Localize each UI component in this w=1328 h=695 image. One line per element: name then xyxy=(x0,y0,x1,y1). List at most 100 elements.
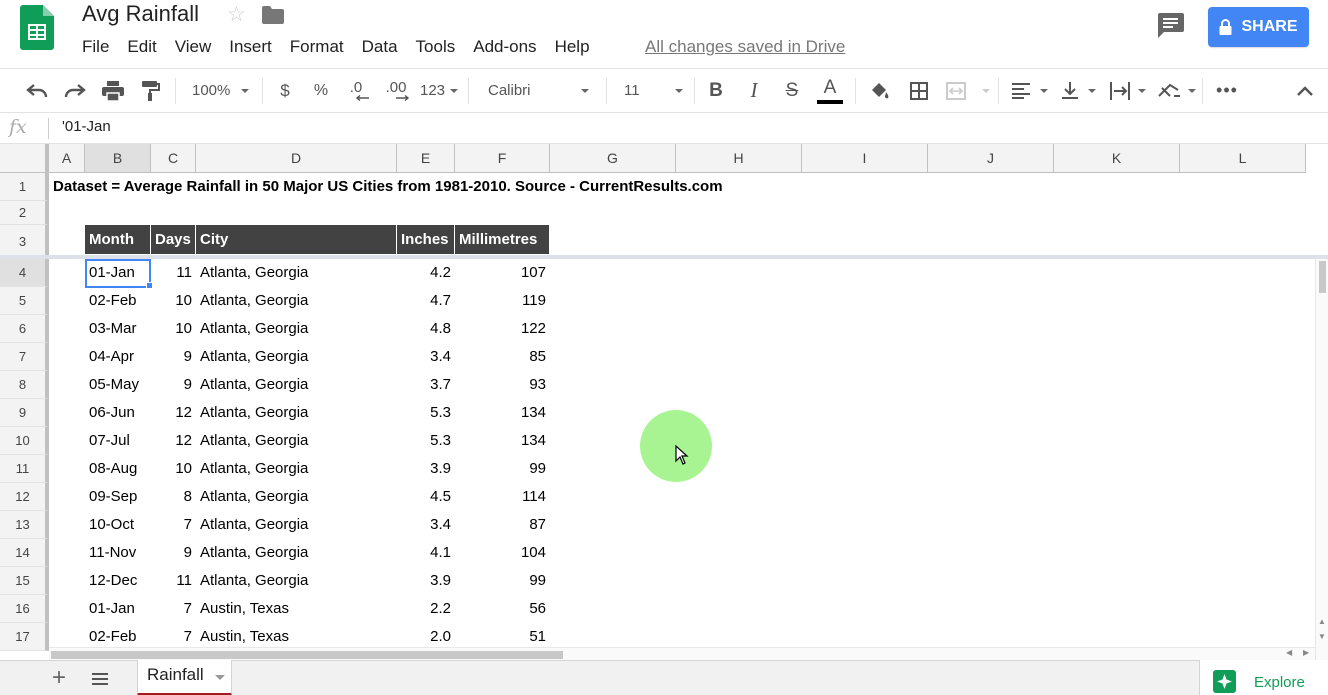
table-cell[interactable]: 08-Aug xyxy=(85,455,151,483)
table-cell[interactable]: Atlanta, Georgia xyxy=(196,343,397,371)
table-header-millimetres[interactable]: Millimetres xyxy=(455,225,550,254)
row-header-7[interactable]: 7 xyxy=(0,343,49,371)
table-cell[interactable]: 10 xyxy=(151,455,196,483)
table-cell[interactable]: Atlanta, Georgia xyxy=(196,315,397,343)
menu-file[interactable]: File xyxy=(82,36,109,58)
save-status-link[interactable]: All changes saved in Drive xyxy=(645,37,845,57)
column-header-k[interactable]: K xyxy=(1054,144,1180,173)
menu-help[interactable]: Help xyxy=(555,36,590,58)
table-header-month[interactable]: Month xyxy=(85,225,151,254)
horizontal-scroll-thumb[interactable] xyxy=(51,651,563,659)
column-header-i[interactable]: I xyxy=(802,144,928,173)
table-cell[interactable]: 07-Jul xyxy=(85,427,151,455)
table-cell[interactable]: 7 xyxy=(151,511,196,539)
table-cell[interactable]: 3.9 xyxy=(397,567,455,595)
merge-cells-button[interactable] xyxy=(942,69,992,112)
fill-handle[interactable] xyxy=(146,282,153,289)
table-cell[interactable]: 122 xyxy=(455,315,550,343)
strikethrough-button[interactable]: S xyxy=(778,69,806,112)
font-family-select[interactable]: Calibri xyxy=(478,69,598,112)
column-header-a[interactable]: A xyxy=(49,144,85,173)
zoom-select[interactable]: 100% xyxy=(184,69,254,112)
table-cell[interactable]: 5.3 xyxy=(397,399,455,427)
table-cell[interactable]: Atlanta, Georgia xyxy=(196,399,397,427)
fill-color-button[interactable] xyxy=(864,69,894,112)
table-cell[interactable]: Atlanta, Georgia xyxy=(196,511,397,539)
row-header-8[interactable]: 8 xyxy=(0,371,49,399)
column-header-l[interactable]: L xyxy=(1180,144,1306,173)
paint-format-button[interactable] xyxy=(136,69,166,112)
table-cell[interactable]: 93 xyxy=(455,371,550,399)
percent-format-button[interactable]: % xyxy=(308,69,334,112)
table-cell[interactable]: 7 xyxy=(151,595,196,623)
table-cell[interactable]: 11-Nov xyxy=(85,539,151,567)
table-cell[interactable]: 02-Feb xyxy=(85,287,151,315)
table-cell[interactable]: 9 xyxy=(151,371,196,399)
table-cell[interactable]: 104 xyxy=(455,539,550,567)
column-header-c[interactable]: C xyxy=(151,144,196,173)
folder-icon[interactable] xyxy=(262,6,284,24)
table-cell[interactable]: 4.7 xyxy=(397,287,455,315)
explore-button[interactable]: Explore xyxy=(1199,660,1328,695)
bold-button[interactable]: B xyxy=(702,69,730,112)
title-cell[interactable]: Dataset = Average Rainfall in 50 Major U… xyxy=(49,173,727,201)
increase-decimal-button[interactable]: .00 xyxy=(380,69,412,112)
table-cell[interactable]: 9 xyxy=(151,343,196,371)
table-cell[interactable]: Atlanta, Georgia xyxy=(196,455,397,483)
row-header-6[interactable]: 6 xyxy=(0,315,49,343)
table-cell[interactable]: 107 xyxy=(455,259,550,287)
table-cell[interactable]: 10 xyxy=(151,287,196,315)
column-header-b[interactable]: B xyxy=(85,144,151,173)
table-cell[interactable]: 10 xyxy=(151,315,196,343)
table-cell[interactable]: 10-Oct xyxy=(85,511,151,539)
menu-view[interactable]: View xyxy=(175,36,212,58)
vertical-align-button[interactable] xyxy=(1056,69,1100,112)
table-cell[interactable]: 4.5 xyxy=(397,483,455,511)
table-cell[interactable]: 119 xyxy=(455,287,550,315)
table-cell[interactable]: 05-May xyxy=(85,371,151,399)
table-cell[interactable]: 09-Sep xyxy=(85,483,151,511)
row-header-5[interactable]: 5 xyxy=(0,287,49,315)
row-header-15[interactable]: 15 xyxy=(0,567,49,595)
row-header-10[interactable]: 10 xyxy=(0,427,49,455)
column-header-j[interactable]: J xyxy=(928,144,1054,173)
scroll-right-arrow-icon[interactable]: ▶ xyxy=(1303,648,1309,657)
spreadsheet-grid[interactable]: ABCDEFGHIJKL 1 2 3 4 5 6 7 8 9 10 11 12 13 14 15 16 17 D… xyxy=(0,144,1328,660)
print-button[interactable] xyxy=(98,69,128,112)
text-wrap-button[interactable] xyxy=(1104,69,1148,112)
vertical-scrollbar[interactable] xyxy=(1315,259,1328,660)
table-cell[interactable]: Atlanta, Georgia xyxy=(196,287,397,315)
comments-icon[interactable] xyxy=(1156,13,1184,39)
table-cell[interactable]: 11 xyxy=(151,259,196,287)
table-cell[interactable]: Austin, Texas xyxy=(196,595,397,623)
table-cell[interactable]: 4.1 xyxy=(397,539,455,567)
table-cell[interactable]: 134 xyxy=(455,399,550,427)
column-header-e[interactable]: E xyxy=(397,144,455,173)
table-cell[interactable]: 134 xyxy=(455,427,550,455)
table-cell[interactable]: 4.2 xyxy=(397,259,455,287)
table-cell[interactable]: 3.9 xyxy=(397,455,455,483)
table-cell[interactable]: 11 xyxy=(151,567,196,595)
select-all-corner[interactable] xyxy=(0,144,49,173)
menu-insert[interactable]: Insert xyxy=(229,36,272,58)
table-cell[interactable]: 87 xyxy=(455,511,550,539)
table-cell[interactable]: 03-Mar xyxy=(85,315,151,343)
italic-button[interactable]: I xyxy=(740,69,768,112)
table-cell[interactable]: 3.4 xyxy=(397,343,455,371)
scroll-up-arrow-icon[interactable]: ▲ xyxy=(1318,617,1326,626)
menu-tools[interactable]: Tools xyxy=(416,36,456,58)
more-options-button[interactable]: ••• xyxy=(1212,69,1242,112)
column-header-f[interactable]: F xyxy=(455,144,550,173)
row-header-13[interactable]: 13 xyxy=(0,511,49,539)
chevron-down-icon[interactable] xyxy=(215,675,225,680)
table-cell[interactable]: Atlanta, Georgia xyxy=(196,567,397,595)
row-header-17[interactable]: 17 xyxy=(0,623,49,651)
text-rotation-button[interactable] xyxy=(1152,69,1198,112)
table-cell[interactable]: 3.7 xyxy=(397,371,455,399)
row-header-1[interactable]: 1 xyxy=(0,173,49,201)
table-header-city[interactable]: City xyxy=(196,225,397,254)
table-cell[interactable]: 12 xyxy=(151,399,196,427)
formula-input[interactable]: '01-Jan xyxy=(62,118,111,135)
table-cell[interactable]: 12-Dec xyxy=(85,567,151,595)
menu-addons[interactable]: Add-ons xyxy=(473,36,536,58)
